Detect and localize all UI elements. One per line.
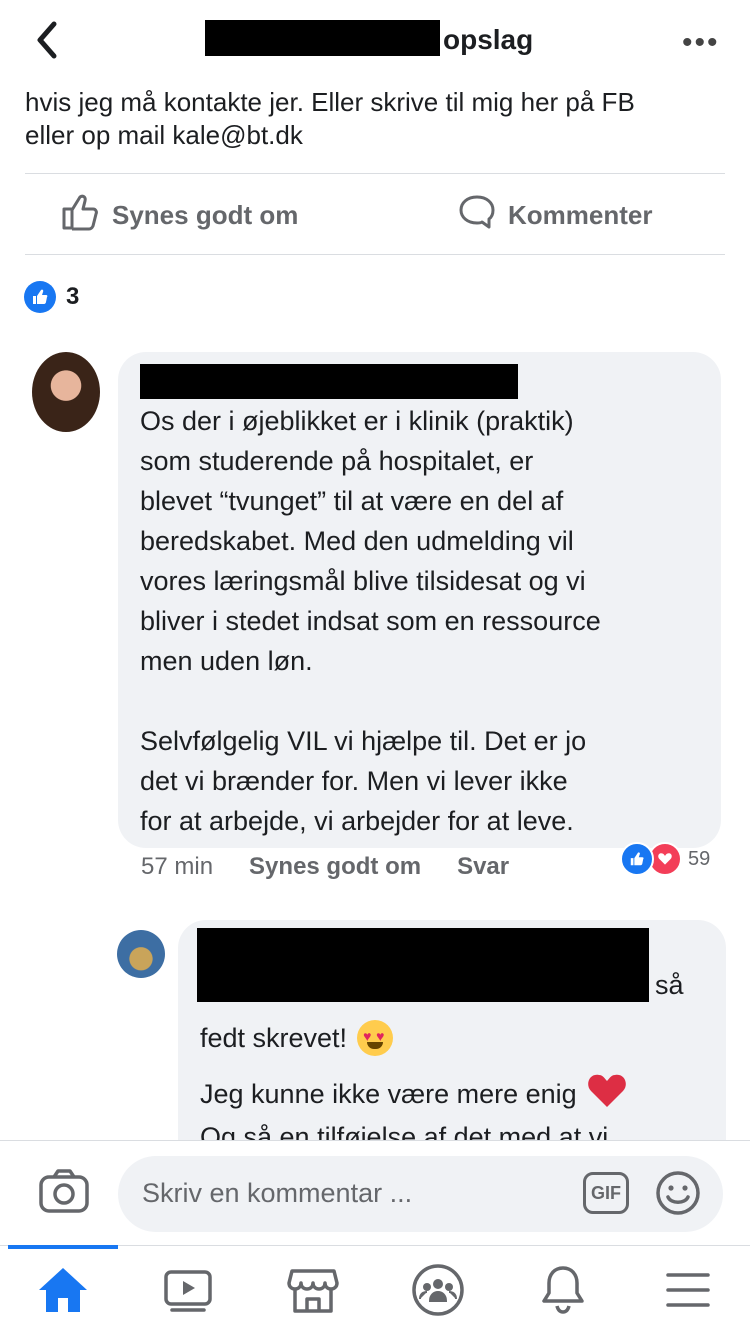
like-label: Synes godt om (112, 199, 299, 230)
comment-line: blevet “tvunget” til at være en del af (140, 486, 564, 516)
comment-line: som studerende på hospitalet, er (140, 446, 534, 476)
post-text-line: hvis jeg må kontakte jer. Eller skrive t… (25, 87, 635, 117)
reaction-count: 59 (688, 847, 711, 870)
comment-line: det vi brænder for. Men vi lever ikke (140, 766, 568, 796)
comment-button[interactable]: Kommenter (458, 193, 652, 237)
groups-icon[interactable] (408, 1262, 468, 1318)
notifications-icon[interactable] (533, 1262, 593, 1318)
divider (25, 254, 725, 255)
menu-icon[interactable] (658, 1262, 718, 1318)
comment-like-button[interactable]: Synes godt om (249, 853, 421, 881)
like-button[interactable]: Synes godt om (60, 193, 298, 237)
heart-eyes-emoji-icon: ♥ ♥ (357, 1020, 394, 1056)
marketplace-icon[interactable] (283, 1262, 343, 1318)
reply-button[interactable]: Svar (457, 853, 509, 881)
comment-input-placeholder[interactable]: Skriv en kommentar ... (142, 1178, 412, 1209)
comment-text: Os der i øjeblikket er i klinik (praktik… (140, 401, 710, 841)
comment-line: for at arbejde, vi arbejder for at leve. (140, 806, 574, 836)
comment-line: Os der i øjeblikket er i klinik (praktik… (140, 406, 574, 436)
comment-bubble-icon (458, 193, 496, 238)
comment-reactions[interactable]: 59 (620, 842, 710, 876)
avatar[interactable] (117, 930, 165, 978)
reaction-count: 3 (66, 283, 80, 310)
comment-line-text: fedt skrevet! (200, 1022, 348, 1053)
back-icon[interactable] (28, 18, 68, 62)
camera-icon[interactable] (38, 1167, 90, 1222)
comment-line: fedt skrevet! ♥ ♥ (200, 1020, 394, 1056)
active-tab-indicator (8, 1245, 118, 1249)
post-text-line: eller op mail kale@bt.dk (25, 120, 303, 150)
post-text: hvis jeg må kontakte jer. Eller skrive t… (25, 86, 725, 152)
comment-line: bliver i stedet indsat som en ressource (140, 606, 601, 636)
comment-line: så (655, 970, 684, 1000)
comment-line: beredskabet. Med den udmelding vil (140, 526, 574, 556)
comment-line-text: Jeg kunne ikke være mere enig (200, 1079, 577, 1109)
comment-label: Kommenter (508, 199, 653, 230)
home-icon[interactable] (33, 1262, 93, 1318)
comment-line: men uden løn. (140, 646, 313, 676)
reaction-summary[interactable]: 3 (24, 281, 79, 313)
redaction-bar (197, 928, 649, 1002)
comment-line: vores læringsmål blive tilsidesat og vi (140, 566, 586, 596)
avatar[interactable] (32, 352, 100, 432)
page-title: opslag (443, 24, 534, 55)
thumbs-up-icon (60, 193, 100, 238)
comment-line: Jeg kunne ikke være mere enig (200, 1073, 627, 1116)
divider (25, 173, 725, 174)
like-reaction-icon (24, 281, 56, 313)
more-options-icon[interactable]: ••• (682, 26, 720, 60)
bottom-tab-bar (0, 1245, 750, 1336)
comment-time: 57 min (141, 853, 214, 880)
redaction-bar (205, 20, 440, 56)
gif-button[interactable]: GIF (583, 1172, 629, 1214)
like-reaction-icon (620, 842, 654, 876)
comment-line: Selvfølgelig VIL vi hjælpe til. Det er j… (140, 726, 587, 756)
redaction-bar (140, 364, 518, 399)
comment-meta: 57 min Synes godt om Svar (141, 853, 509, 881)
red-heart-emoji-icon (587, 1073, 627, 1116)
video-icon[interactable] (158, 1262, 218, 1318)
emoji-icon[interactable] (655, 1170, 701, 1221)
